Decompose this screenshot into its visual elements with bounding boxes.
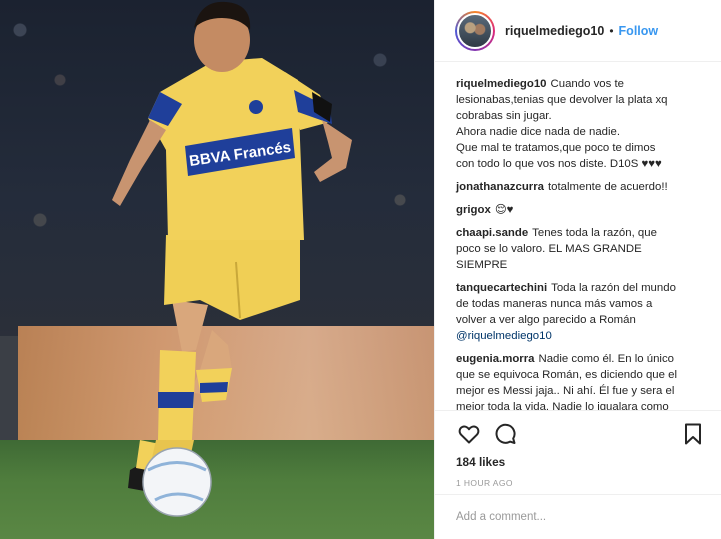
comment-username[interactable]: grigox — [456, 204, 491, 216]
action-icons — [456, 421, 706, 447]
comment-text: mejor es Messi jaja.. Ni ahí. Él fue y s… — [456, 385, 675, 397]
list-item: jonathanazcurra totalmente de acuerdo!! — [456, 179, 708, 195]
comment-text: de todas maneras nunca más vamos a — [456, 298, 653, 310]
comment-text: SIEMPRE — [456, 259, 508, 271]
comment-username[interactable]: eugenia.morra — [456, 353, 535, 365]
bookmark-icon[interactable] — [680, 421, 706, 447]
post-photo[interactable]: BBVA Francés — [0, 0, 434, 539]
comment-input[interactable] — [456, 511, 696, 523]
post-header: riquelmediego10 • Follow — [435, 0, 721, 62]
comment-bubble-icon[interactable] — [492, 421, 518, 447]
caption-line: Que mal te tratamos,que poco te dimos — [456, 142, 656, 154]
heart-icon[interactable] — [456, 421, 482, 447]
list-item: chaapi.sande Tenes toda la razón, que poc… — [456, 225, 708, 273]
comment-mention-link[interactable]: @riquelmediego10 — [456, 328, 708, 344]
comment-text: 😌♥ — [494, 204, 514, 216]
likes-count[interactable]: 184 likes — [456, 455, 706, 469]
comment-text: Nadie como él. En lo único — [538, 353, 675, 365]
comments-list[interactable]: riquelmediego10 Cuando vos te lesionabas,… — [435, 62, 721, 410]
comment-text: poco se lo valoro. EL MAS GRANDE — [456, 243, 642, 255]
post-actions: 184 likes 1 HOUR AGO — [435, 410, 721, 488]
comment-username[interactable]: tanquecartechini — [456, 282, 547, 294]
comment-text: que se equivoca Román, es diciendo que e… — [456, 369, 677, 381]
comment-text: Tenes toda la razón, que — [532, 227, 657, 239]
comment-text: mejor toda la vida. Nadie lo igualara co… — [456, 401, 669, 410]
caption-line: Ahora nadie dice nada de nadie. — [456, 126, 621, 138]
post-timestamp[interactable]: 1 HOUR AGO — [456, 478, 706, 488]
header-username[interactable]: riquelmediego10 — [505, 24, 604, 38]
separator-dot: • — [609, 23, 614, 38]
caption-line: lesionabas,tenias que devolver la plata … — [456, 94, 668, 106]
post-side-panel: riquelmediego10 • Follow riquelmediego10… — [434, 0, 721, 539]
add-comment-bar — [435, 494, 721, 539]
list-item: tanquecartechini Toda la razón del mundo … — [456, 280, 708, 344]
football-player: BBVA Francés — [112, 1, 352, 517]
caption-line: cobrabas sin jugar. — [456, 110, 552, 122]
comment-text: totalmente de acuerdo!! — [547, 181, 668, 193]
avatar[interactable] — [455, 10, 495, 51]
caption-line: Cuando vos te — [550, 78, 624, 90]
avatar-image — [457, 12, 493, 49]
caption-username[interactable]: riquelmediego10 — [456, 78, 547, 90]
comment-text: volver a ver algo parecido a Román — [456, 314, 636, 326]
comment-text: Toda la razón del mundo — [551, 282, 676, 294]
list-item: grigox 😌♥ — [456, 202, 708, 218]
comment-username[interactable]: jonathanazcurra — [456, 181, 544, 193]
list-item: eugenia.morra Nadie como él. En lo único … — [456, 351, 708, 410]
caption: riquelmediego10 Cuando vos te lesionabas,… — [456, 76, 708, 172]
follow-button[interactable]: Follow — [619, 24, 659, 38]
comment-username[interactable]: chaapi.sande — [456, 227, 528, 239]
caption-line: con todo lo que vos nos diste. D10S ♥♥♥ — [456, 158, 662, 170]
